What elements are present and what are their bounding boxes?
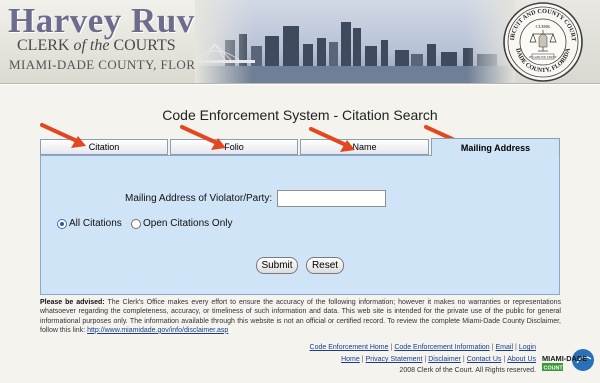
mailing-address-input[interactable] xyxy=(277,190,386,207)
footer-link-contact[interactable]: Contact Us xyxy=(467,356,502,363)
footer-link-privacy[interactable]: Privacy Statement xyxy=(366,356,423,363)
county-name: MIAMI-DADE COUNTY, FLORIDA xyxy=(9,57,220,72)
disclaimer-lead: Please be advised: xyxy=(40,299,105,306)
page-title: Code Enforcement System - Citation Searc… xyxy=(162,107,438,123)
footer-link-code-enforcement-home[interactable]: Code Enforcement Home xyxy=(310,344,389,351)
mailing-address-label: Mailing Address of Violator/Party: xyxy=(125,193,273,204)
footer-link-home[interactable]: Home xyxy=(341,356,360,363)
all-citations-radio[interactable] xyxy=(57,219,67,229)
banner-text-area: Harvey Ruvin CLERK of the COURTS MIAMI-D… xyxy=(0,0,224,83)
footer-link-disclaimer[interactable]: Disclaimer xyxy=(428,356,461,363)
disclaimer-text: Please be advised: The Clerk's Office ma… xyxy=(40,298,561,335)
footer-link-login[interactable]: Login xyxy=(519,344,536,351)
submit-button[interactable]: Submit xyxy=(256,257,298,274)
footer-link-email[interactable]: Email xyxy=(496,344,514,351)
svg-text:MIAMI-DADE: MIAMI-DADE xyxy=(542,354,587,363)
tab-name[interactable]: Name xyxy=(300,139,429,155)
footer-links-row2: Home | Privacy Statement | Disclaimer | Contac… xyxy=(341,356,536,363)
copyright-text: 2008 Clerk of the Court. All Rights rese… xyxy=(399,367,536,374)
clerk-name: Harvey Ruvin xyxy=(8,1,225,40)
open-citations-radio[interactable] xyxy=(131,219,141,229)
miami-dade-county-logo[interactable]: MIAMI-DADE COUNTY xyxy=(541,349,595,373)
tab-folio[interactable]: Folio xyxy=(170,139,298,155)
reset-button[interactable]: Reset xyxy=(306,257,344,274)
svg-text:CLERK: CLERK xyxy=(536,24,552,29)
clerk-title: CLERK of the COURTS xyxy=(17,37,176,54)
tab-citation[interactable]: Citation xyxy=(40,139,168,155)
footer-link-about[interactable]: About Us xyxy=(507,356,536,363)
svg-text:COUNTY: COUNTY xyxy=(544,365,567,371)
miami-skyline-image xyxy=(195,0,515,83)
disclaimer-link[interactable]: http://www.miamidade.gov/info/disclaimer… xyxy=(87,327,228,334)
all-citations-label[interactable]: All Citations xyxy=(69,218,122,229)
header-banner: Harvey Ruvin CLERK of the COURTS MIAMI-D… xyxy=(0,0,600,84)
svg-text:IN GOD WE TRUST: IN GOD WE TRUST xyxy=(529,55,557,59)
court-seal-icon: CIRCUIT AND COUNTY COURTS DADE COUNTY, F… xyxy=(502,1,583,82)
footer-link-code-enforcement-info[interactable]: Code Enforcement Information xyxy=(394,344,489,351)
tab-mailing-address[interactable]: Mailing Address xyxy=(431,138,560,156)
open-citations-label[interactable]: Open Citations Only xyxy=(143,218,233,229)
footer-links-row1: Code Enforcement Home | Code Enforcement I… xyxy=(309,344,536,351)
